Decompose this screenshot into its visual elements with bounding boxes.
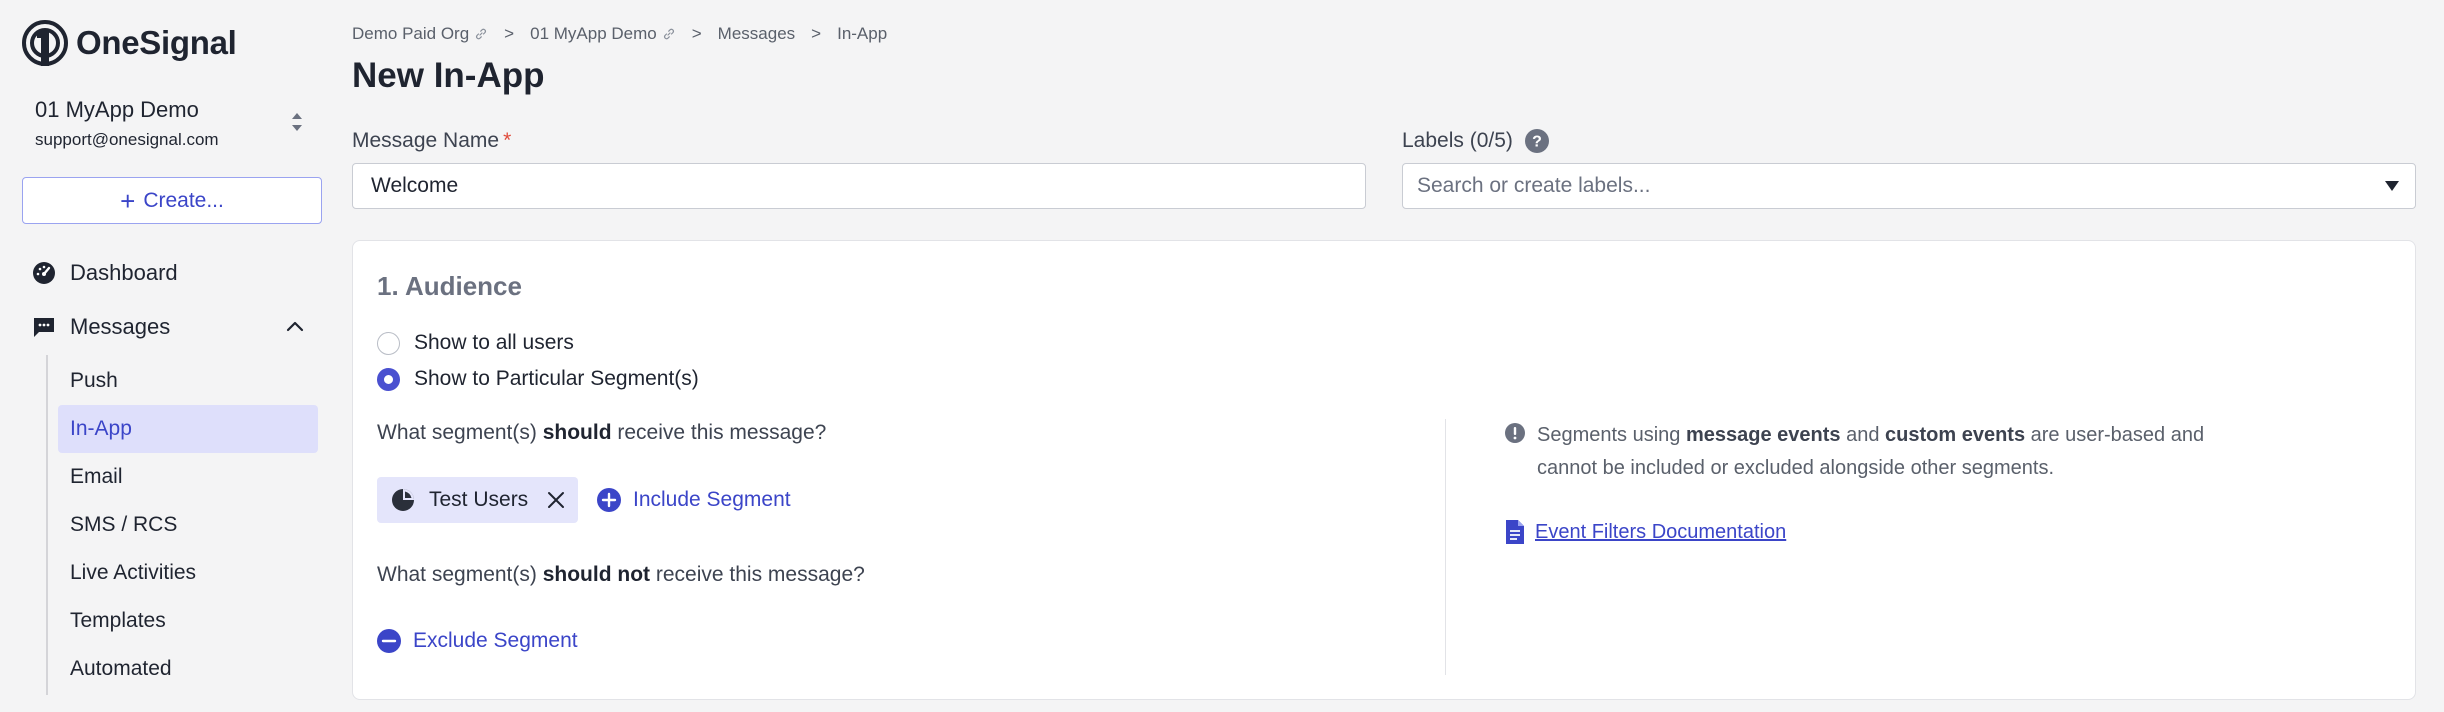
sidebar-item-live-activities[interactable]: Live Activities bbox=[58, 549, 318, 597]
breadcrumb-app[interactable]: 01 MyApp Demo bbox=[530, 24, 676, 44]
dashboard-gauge-icon bbox=[33, 262, 55, 284]
radio-label: Show to Particular Segment(s) bbox=[414, 367, 699, 390]
question-emphasis: should bbox=[542, 421, 612, 444]
minus-circle-icon bbox=[377, 629, 401, 653]
radio-show-segments[interactable]: Show to Particular Segment(s) bbox=[377, 367, 699, 391]
chevron-up-icon[interactable] bbox=[284, 316, 306, 338]
link-icon bbox=[663, 28, 674, 40]
create-button[interactable]: + Create... bbox=[22, 177, 322, 224]
info-text-part: and bbox=[1840, 424, 1886, 446]
radio-show-all[interactable]: Show to all users bbox=[377, 331, 574, 355]
page-title: New In-App bbox=[352, 56, 545, 95]
doc-link-label: Event Filters Documentation bbox=[1535, 520, 1787, 543]
switcher-chevron-icon[interactable] bbox=[290, 110, 304, 134]
link-icon bbox=[476, 28, 487, 40]
breadcrumb-in-app: In-App bbox=[837, 24, 888, 43]
subnav-divider bbox=[46, 355, 48, 695]
info-text-part: Segments using bbox=[1537, 424, 1686, 446]
document-icon bbox=[1506, 520, 1524, 544]
segment-info-note: Segments using message events and custom… bbox=[1505, 419, 2245, 485]
sidebar-item-label: Messages bbox=[70, 314, 171, 339]
sidebar-item-email[interactable]: Email bbox=[58, 453, 318, 501]
breadcrumb-separator: > bbox=[691, 24, 702, 43]
app-name[interactable]: 01 MyApp Demo bbox=[35, 97, 199, 123]
sidebar-item-messages[interactable]: Messages bbox=[32, 314, 312, 340]
field-label-text: Message Name bbox=[352, 129, 500, 152]
audience-title: 1. Audience bbox=[377, 271, 522, 301]
labels-placeholder: Search or create labels... bbox=[1417, 174, 1651, 197]
field-label-text: Labels (0/5) bbox=[1402, 129, 1513, 152]
close-icon[interactable] bbox=[546, 490, 566, 510]
plus-circle-icon bbox=[597, 488, 621, 512]
pie-chart-icon bbox=[392, 489, 414, 511]
radio-button-checked[interactable] bbox=[377, 367, 400, 391]
sidebar-item-in-app[interactable]: In-App bbox=[58, 405, 318, 453]
app-email: support@onesignal.com bbox=[35, 130, 219, 149]
segment-chip-label: Test Users bbox=[429, 488, 529, 511]
sidebar-item-push[interactable]: Push bbox=[58, 357, 318, 405]
sidebar: OneSignal 01 MyApp Demo support@onesigna… bbox=[0, 0, 340, 712]
question-text: What segment(s) bbox=[377, 563, 543, 586]
exclude-segment-button[interactable]: Exclude Segment bbox=[377, 629, 578, 653]
info-text: Segments using message events and custom… bbox=[1537, 419, 2245, 485]
sidebar-item-automated[interactable]: Automated bbox=[58, 645, 318, 693]
include-question: What segment(s) should receive this mess… bbox=[377, 421, 826, 445]
info-exclamation-icon bbox=[1505, 423, 1525, 443]
radio-label: Show to all users bbox=[414, 331, 574, 354]
sidebar-item-templates[interactable]: Templates bbox=[58, 597, 318, 645]
plus-icon: + bbox=[120, 185, 136, 216]
include-segment-label: Include Segment bbox=[633, 488, 791, 511]
message-name-input[interactable] bbox=[352, 163, 1366, 209]
segment-chip[interactable]: Test Users bbox=[377, 477, 579, 523]
message-name-label: Message Name * bbox=[352, 129, 511, 153]
breadcrumb: Demo Paid Org > 01 MyApp Demo > Messages… bbox=[352, 24, 887, 44]
exclude-segment-label: Exclude Segment bbox=[413, 629, 578, 652]
svg-text:?: ? bbox=[1532, 134, 1542, 151]
include-segment-button[interactable]: Include Segment bbox=[597, 488, 791, 512]
required-asterisk: * bbox=[503, 129, 512, 152]
question-text: What segment(s) bbox=[377, 421, 543, 444]
breadcrumb-label: 01 MyApp Demo bbox=[530, 24, 657, 43]
sidebar-item-label: Dashboard bbox=[70, 260, 178, 285]
onesignal-logo-icon bbox=[22, 20, 68, 66]
info-emphasis: custom events bbox=[1885, 424, 2026, 446]
question-text: receive this message? bbox=[611, 421, 827, 444]
radio-button[interactable] bbox=[377, 331, 400, 355]
section-divider bbox=[1445, 419, 1446, 675]
labels-label: Labels (0/5) ? bbox=[1402, 129, 1549, 153]
breadcrumb-separator: > bbox=[811, 24, 822, 43]
message-bubble-icon bbox=[34, 318, 54, 337]
sidebar-item-dashboard[interactable]: Dashboard bbox=[32, 260, 178, 286]
breadcrumb-label: Demo Paid Org bbox=[352, 24, 470, 43]
caret-down-icon bbox=[2385, 181, 2399, 191]
help-question-icon[interactable]: ? bbox=[1524, 129, 1549, 153]
breadcrumb-messages[interactable]: Messages bbox=[718, 24, 795, 44]
create-button-label: Create... bbox=[143, 188, 224, 212]
exclude-question: What segment(s) should not receive this … bbox=[377, 563, 865, 587]
breadcrumb-org[interactable]: Demo Paid Org bbox=[352, 24, 488, 44]
brand-name: OneSignal bbox=[76, 24, 237, 61]
sidebar-item-sms-rcs[interactable]: SMS / RCS bbox=[58, 501, 318, 549]
audience-card: 1. Audience Show to all users Show to Pa… bbox=[352, 240, 2416, 700]
question-text: receive this message? bbox=[650, 563, 865, 586]
labels-select[interactable]: Search or create labels... bbox=[1402, 163, 2416, 209]
breadcrumb-separator: > bbox=[504, 24, 515, 43]
event-filters-doc-link[interactable]: Event Filters Documentation bbox=[1505, 519, 1786, 545]
info-emphasis: message events bbox=[1685, 424, 1841, 446]
brand-logo[interactable]: OneSignal bbox=[22, 20, 237, 66]
question-emphasis: should not bbox=[542, 563, 651, 586]
